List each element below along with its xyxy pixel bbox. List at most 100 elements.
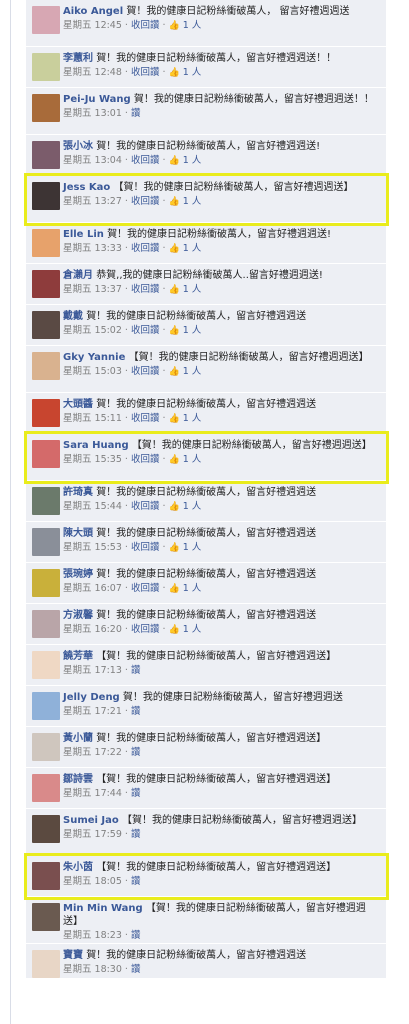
like-link[interactable]: 讚 <box>131 788 141 799</box>
avatar[interactable] <box>32 399 60 427</box>
avatar[interactable] <box>32 182 60 210</box>
unlike-link[interactable]: 收回讚 <box>131 325 160 336</box>
unlike-link[interactable]: 收回讚 <box>131 366 160 377</box>
like-count[interactable]: 1 人 <box>183 454 202 465</box>
unlike-link[interactable]: 收回讚 <box>131 542 160 553</box>
timestamp[interactable]: 星期五 15:02 <box>63 325 122 336</box>
timestamp[interactable]: 星期五 15:11 <box>63 413 122 424</box>
commenter-name[interactable]: 李蕙利 <box>63 53 93 64</box>
unlike-link[interactable]: 收回讚 <box>131 624 160 635</box>
timestamp[interactable]: 星期五 12:48 <box>63 67 122 78</box>
commenter-name[interactable]: Min Min Wang <box>63 903 143 914</box>
timestamp[interactable]: 星期五 17:59 <box>63 829 122 840</box>
unlike-link[interactable]: 收回讚 <box>131 413 160 424</box>
avatar[interactable] <box>32 774 60 802</box>
avatar[interactable] <box>32 862 60 890</box>
avatar[interactable] <box>32 53 60 81</box>
commenter-name[interactable]: 饒芳華 <box>63 651 93 662</box>
timestamp[interactable]: 星期五 15:53 <box>63 542 122 553</box>
like-count[interactable]: 1 人 <box>183 20 202 31</box>
avatar[interactable] <box>32 141 60 169</box>
timestamp[interactable]: 星期五 15:35 <box>63 454 122 465</box>
commenter-name[interactable]: Pei-Ju Wang <box>63 94 131 105</box>
commenter-name[interactable]: Gky Yannie <box>63 352 125 363</box>
timestamp[interactable]: 星期五 13:04 <box>63 155 122 166</box>
like-link[interactable]: 讚 <box>131 930 141 941</box>
timestamp[interactable]: 星期五 13:01 <box>63 108 122 119</box>
like-count[interactable]: 1 人 <box>183 413 202 424</box>
avatar[interactable] <box>32 94 60 122</box>
timestamp[interactable]: 星期五 15:03 <box>63 366 122 377</box>
avatar[interactable] <box>32 440 60 468</box>
unlike-link[interactable]: 收回讚 <box>131 67 160 78</box>
avatar[interactable] <box>32 815 60 843</box>
like-count[interactable]: 1 人 <box>183 501 202 512</box>
avatar[interactable] <box>32 352 60 380</box>
timestamp[interactable]: 星期五 17:22 <box>63 747 122 758</box>
like-count[interactable]: 1 人 <box>183 542 202 553</box>
commenter-name[interactable]: Jess Kao <box>63 182 110 193</box>
timestamp[interactable]: 星期五 18:05 <box>63 876 122 887</box>
unlike-link[interactable]: 收回讚 <box>131 243 160 254</box>
timestamp[interactable]: 星期五 17:21 <box>63 706 122 717</box>
commenter-name[interactable]: 倉瀨月 <box>63 270 93 281</box>
like-link[interactable]: 讚 <box>131 108 141 119</box>
like-count[interactable]: 1 人 <box>183 155 202 166</box>
commenter-name[interactable]: Sumei Jao <box>63 815 119 826</box>
avatar[interactable] <box>32 311 60 339</box>
like-count[interactable]: 1 人 <box>183 366 202 377</box>
commenter-name[interactable]: 朱小茵 <box>63 862 93 873</box>
commenter-name[interactable]: 鄒詩雲 <box>63 774 93 785</box>
commenter-name[interactable]: Jelly Deng <box>63 692 120 703</box>
avatar[interactable] <box>32 6 60 34</box>
like-link[interactable]: 讚 <box>131 829 141 840</box>
unlike-link[interactable]: 收回讚 <box>131 454 160 465</box>
commenter-name[interactable]: 寶寶 <box>63 950 83 961</box>
unlike-link[interactable]: 收回讚 <box>131 196 160 207</box>
like-link[interactable]: 讚 <box>131 665 141 676</box>
timestamp[interactable]: 星期五 18:30 <box>63 964 122 975</box>
commenter-name[interactable]: 方淑馨 <box>63 610 93 621</box>
timestamp[interactable]: 星期五 16:20 <box>63 624 122 635</box>
avatar[interactable] <box>32 569 60 597</box>
like-count[interactable]: 1 人 <box>183 196 202 207</box>
commenter-name[interactable]: 許琦真 <box>63 487 93 498</box>
unlike-link[interactable]: 收回讚 <box>131 284 160 295</box>
timestamp[interactable]: 星期五 16:07 <box>63 583 122 594</box>
like-link[interactable]: 讚 <box>131 876 141 887</box>
commenter-name[interactable]: 戴戴 <box>63 311 83 322</box>
avatar[interactable] <box>32 270 60 298</box>
like-count[interactable]: 1 人 <box>183 243 202 254</box>
timestamp[interactable]: 星期五 13:27 <box>63 196 122 207</box>
commenter-name[interactable]: 黃小蘭 <box>63 733 93 744</box>
like-link[interactable]: 讚 <box>131 964 141 975</box>
timestamp[interactable]: 星期五 13:37 <box>63 284 122 295</box>
timestamp[interactable]: 星期五 17:44 <box>63 788 122 799</box>
avatar[interactable] <box>32 528 60 556</box>
unlike-link[interactable]: 收回讚 <box>131 155 160 166</box>
timestamp[interactable]: 星期五 15:44 <box>63 501 122 512</box>
timestamp[interactable]: 星期五 18:23 <box>63 930 122 941</box>
commenter-name[interactable]: 陳大頭 <box>63 528 93 539</box>
like-link[interactable]: 讚 <box>131 706 141 717</box>
timestamp[interactable]: 星期五 13:33 <box>63 243 122 254</box>
unlike-link[interactable]: 收回讚 <box>131 501 160 512</box>
commenter-name[interactable]: 大頭醬 <box>63 399 93 410</box>
avatar[interactable] <box>32 903 60 931</box>
avatar[interactable] <box>32 950 60 978</box>
avatar[interactable] <box>32 610 60 638</box>
unlike-link[interactable]: 收回讚 <box>131 20 160 31</box>
like-count[interactable]: 1 人 <box>183 67 202 78</box>
like-link[interactable]: 讚 <box>131 747 141 758</box>
like-count[interactable]: 1 人 <box>183 325 202 336</box>
avatar[interactable] <box>32 229 60 257</box>
timestamp[interactable]: 星期五 12:45 <box>63 20 122 31</box>
commenter-name[interactable]: Aiko Angel <box>63 6 123 17</box>
like-count[interactable]: 1 人 <box>183 284 202 295</box>
avatar[interactable] <box>32 487 60 515</box>
unlike-link[interactable]: 收回讚 <box>131 583 160 594</box>
commenter-name[interactable]: 張小冰 <box>63 141 93 152</box>
commenter-name[interactable]: Elle Lin <box>63 229 104 240</box>
commenter-name[interactable]: Sara Huang <box>63 440 129 451</box>
like-count[interactable]: 1 人 <box>183 583 202 594</box>
